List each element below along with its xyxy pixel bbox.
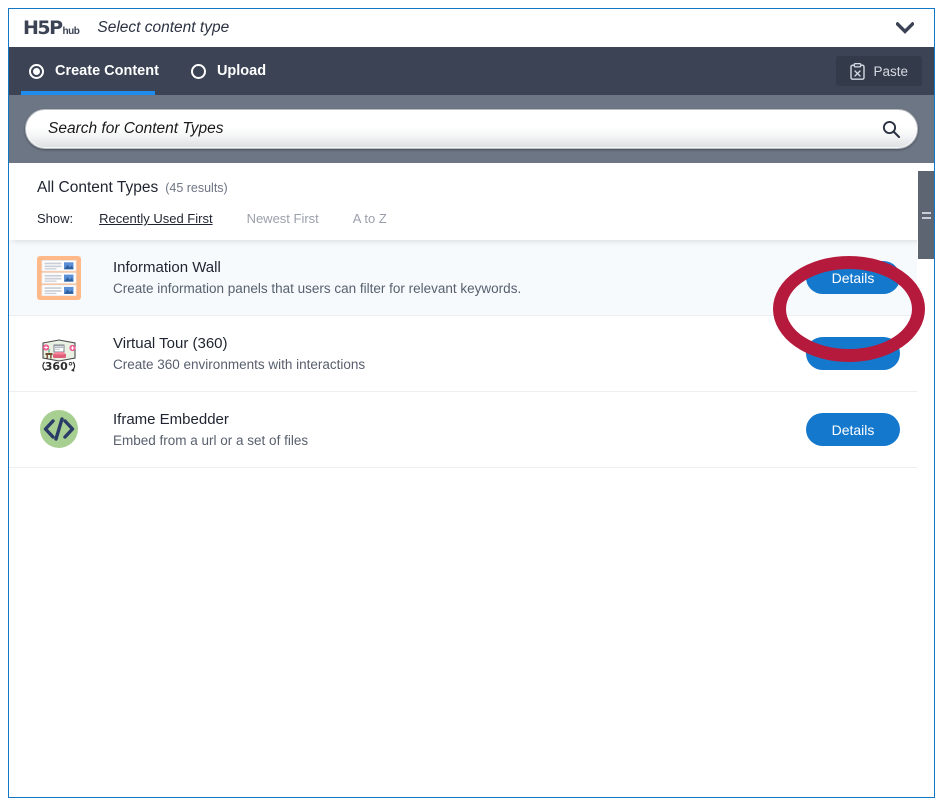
results-title: All Content Types — [37, 179, 159, 196]
details-button-virtual-tour[interactable]: Details — [806, 337, 900, 370]
search-input[interactable] — [26, 110, 917, 148]
svg-text:360°: 360° — [45, 360, 73, 373]
details-button-iframe-embedder[interactable]: Details — [806, 413, 900, 446]
tab-create-content[interactable]: Create Content — [21, 47, 161, 95]
information-wall-icon — [37, 255, 81, 300]
content-type-description: Embed from a url or a set of files — [113, 433, 309, 448]
sort-option-recently-used-first[interactable]: Recently Used First — [99, 211, 212, 226]
content-type-description: Create information panels that users can… — [113, 281, 522, 296]
clipboard-x-icon — [850, 62, 866, 80]
content-type-list: Information Wall Create information pane… — [9, 240, 934, 797]
results-header: All Content Types (45 results) Show: Rec… — [9, 163, 934, 240]
tab-upload[interactable]: Upload — [189, 47, 268, 95]
content-type-description: Create 360 environments with interaction… — [113, 357, 366, 372]
list-item[interactable]: Iframe Embedder Embed from a url or a se… — [9, 392, 934, 468]
h5p-hub-window: H5P hub Select content type Create Conten… — [8, 8, 935, 798]
iframe-embedder-icon — [37, 407, 81, 452]
tab-upload-label: Upload — [216, 63, 267, 79]
search-field-wrapper — [25, 109, 918, 149]
tab-create-content-label: Create Content — [55, 63, 159, 79]
vertical-scrollbar[interactable] — [917, 163, 934, 797]
page-title: Select content type — [97, 19, 230, 36]
logo-sub: hub — [62, 26, 80, 37]
list-item-text: Iframe Embedder Embed from a url or a se… — [113, 411, 806, 448]
details-button-information-wall[interactable]: Details — [806, 261, 900, 294]
paste-button-label: Paste — [873, 63, 908, 79]
scrollbar-thumb[interactable] — [918, 171, 934, 259]
sort-row: Show: Recently Used First Newest First A… — [37, 211, 934, 226]
collapse-button[interactable] — [890, 13, 920, 43]
radio-selected-icon — [29, 63, 44, 79]
results-title-row: All Content Types (45 results) — [37, 179, 934, 197]
sort-option-a-to-z[interactable]: A to Z — [353, 211, 387, 226]
main-navbar: Create Content Upload Paste — [9, 47, 934, 95]
logo-mark: H5P — [23, 17, 63, 39]
search-band — [9, 95, 934, 163]
search-button[interactable] — [879, 117, 903, 141]
window-titlebar: H5P hub Select content type — [9, 9, 934, 47]
content-type-title: Virtual Tour (360) — [113, 335, 228, 352]
sort-label: Show: — [37, 211, 74, 226]
content-type-title: Information Wall — [113, 259, 221, 276]
results-count: (45 results) — [165, 181, 228, 195]
content-type-title: Iframe Embedder — [113, 411, 229, 428]
scrollbar-grip-icon — [921, 211, 931, 219]
list-item-text: Virtual Tour (360) Create 360 environmen… — [113, 335, 806, 372]
virtual-tour-360-icon: 360° — [37, 331, 81, 376]
list-item-text: Information Wall Create information pane… — [113, 259, 806, 296]
list-item[interactable]: Information Wall Create information pane… — [9, 240, 934, 316]
sort-option-newest-first[interactable]: Newest First — [247, 211, 319, 226]
search-icon — [882, 120, 901, 139]
paste-button[interactable]: Paste — [836, 56, 922, 86]
content-panel: All Content Types (45 results) Show: Rec… — [9, 163, 934, 797]
list-item[interactable]: 360° Virtual Tour (360) Create 360 envir… — [9, 316, 934, 392]
h5p-hub-logo: H5P hub — [23, 17, 80, 39]
chevron-down-icon — [896, 22, 914, 34]
radio-unselected-icon — [190, 63, 206, 79]
